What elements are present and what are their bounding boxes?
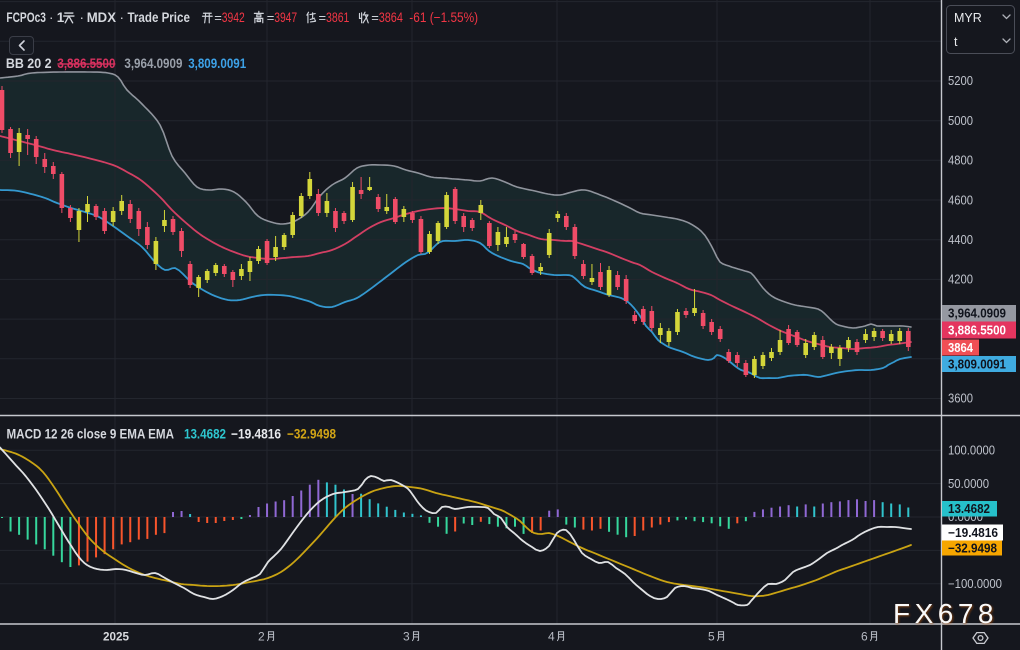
svg-text:6: 6 [861, 630, 868, 644]
svg-text:5: 5 [708, 630, 715, 644]
svg-text:=: = [214, 10, 222, 25]
svg-text:4: 4 [548, 630, 555, 644]
svg-text:Trade Price: Trade Price [128, 10, 191, 25]
svg-text:=: = [371, 10, 379, 25]
svg-text:FX678: FX678 [893, 598, 998, 629]
svg-text:4600: 4600 [948, 193, 973, 207]
svg-text:3861: 3861 [326, 10, 349, 25]
svg-text:3600: 3600 [948, 392, 973, 406]
svg-text:50.0000: 50.0000 [948, 477, 989, 491]
svg-text:3864: 3864 [379, 10, 404, 25]
svg-text:=: = [267, 10, 275, 25]
svg-text:BB 20 2: BB 20 2 [6, 56, 52, 71]
svg-text:13.4682: 13.4682 [948, 502, 990, 516]
svg-text:−19.4816: −19.4816 [948, 526, 998, 540]
svg-text:4200: 4200 [948, 273, 973, 287]
svg-text:t: t [954, 35, 958, 49]
svg-text:3,964.0909: 3,964.0909 [124, 56, 182, 71]
svg-text:−100.0000: −100.0000 [948, 577, 1002, 591]
svg-text:3: 3 [403, 630, 410, 644]
svg-text:−32.9498: −32.9498 [287, 427, 336, 442]
svg-text:−32.9498: −32.9498 [948, 541, 997, 555]
svg-text:3,809.0091: 3,809.0091 [948, 357, 1006, 371]
svg-text:3,964.0909: 3,964.0909 [948, 307, 1006, 321]
svg-text:·: · [120, 10, 125, 25]
svg-text:100.0000: 100.0000 [948, 443, 995, 457]
svg-text:3864: 3864 [948, 341, 973, 355]
svg-text:3,886.5500: 3,886.5500 [57, 56, 115, 71]
svg-text:MDX: MDX [87, 10, 116, 25]
svg-text:FCPOc3: FCPOc3 [6, 10, 46, 25]
svg-text:MACD 12 26 close 9 EMA EMA: MACD 12 26 close 9 EMA EMA [7, 427, 175, 442]
svg-text:4400: 4400 [948, 233, 973, 247]
svg-text:5000: 5000 [948, 114, 973, 128]
svg-text:−19.4816: −19.4816 [231, 427, 281, 442]
svg-text:-61 (−1.55%): -61 (−1.55%) [409, 10, 478, 25]
svg-text:1: 1 [57, 10, 65, 25]
svg-text:4800: 4800 [948, 154, 973, 168]
svg-text:=: = [319, 10, 327, 25]
svg-text:2025: 2025 [103, 630, 129, 644]
svg-text:13.4682: 13.4682 [184, 427, 226, 442]
svg-text:·: · [80, 10, 85, 25]
svg-text:·: · [49, 10, 54, 25]
svg-text:3942: 3942 [222, 10, 245, 25]
svg-text:5200: 5200 [948, 74, 973, 88]
svg-text:MYR: MYR [954, 11, 982, 25]
svg-text:3947: 3947 [274, 10, 297, 25]
svg-text:3,886.5500: 3,886.5500 [948, 323, 1006, 337]
svg-text:3,809.0091: 3,809.0091 [188, 56, 246, 71]
svg-text:2: 2 [258, 630, 265, 644]
